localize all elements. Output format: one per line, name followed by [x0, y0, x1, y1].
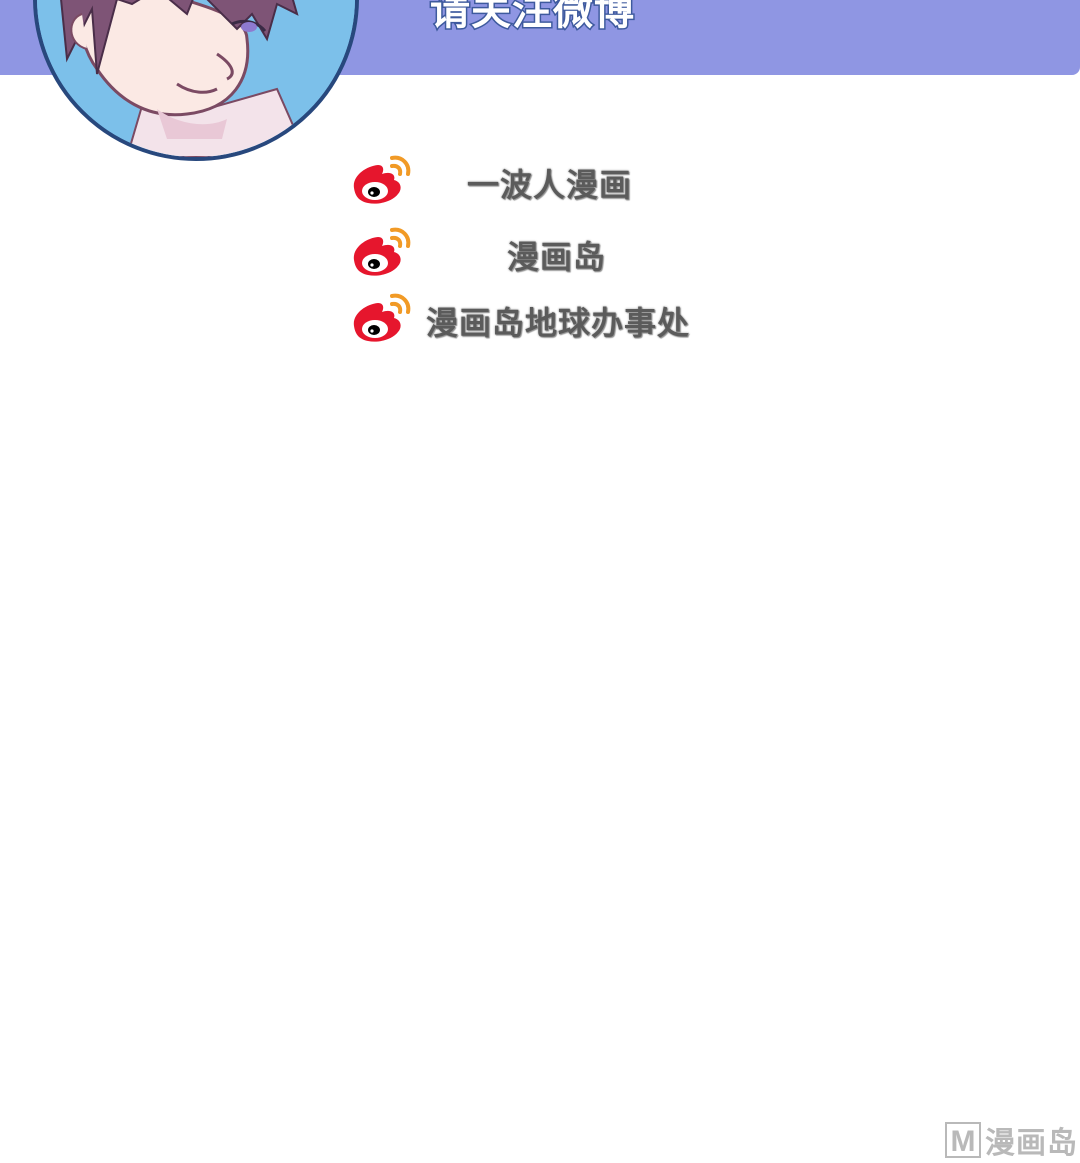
weibo-account-row[interactable]: 漫画岛 [350, 224, 770, 280]
page: 请关注微博 一波人漫画 漫画岛 漫画岛地球办事处 M 漫画岛 [0, 0, 1080, 1163]
weibo-icon [353, 293, 411, 342]
character-portrait-icon [37, 0, 355, 157]
weibo-account-row[interactable]: 一波人漫画 [350, 152, 770, 208]
weibo-account-label: 漫画岛地球办事处 [423, 302, 691, 345]
weibo-icon [353, 155, 411, 204]
weibo-icon [353, 227, 411, 276]
watermark-text: 漫画岛 [985, 1126, 1078, 1161]
watermark: M 漫画岛 [945, 1121, 1078, 1161]
watermark-logo-icon: M [945, 1122, 981, 1158]
avatar [33, 0, 359, 161]
banner-title: 请关注微博 [429, 0, 636, 36]
weibo-account-label: 漫画岛 [504, 236, 607, 279]
weibo-account-label: 一波人漫画 [464, 164, 633, 207]
weibo-account-row[interactable]: 漫画岛地球办事处 [350, 290, 770, 346]
